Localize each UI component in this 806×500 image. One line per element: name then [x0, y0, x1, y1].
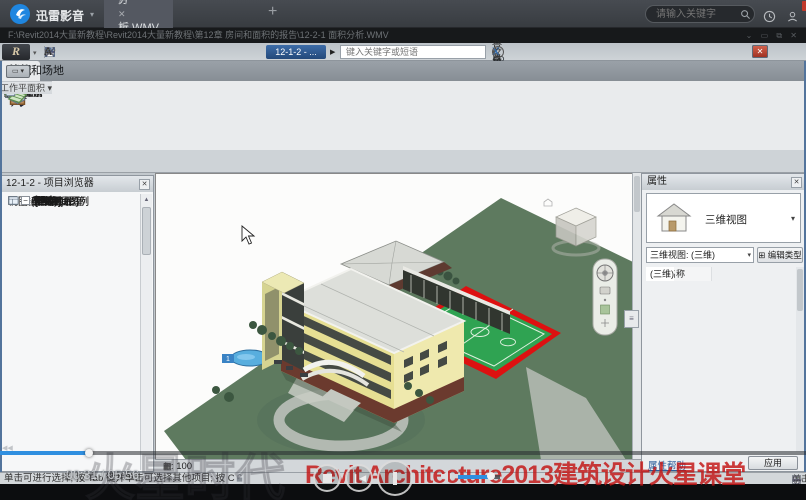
- revit-document-title: 12-1-2 - ...: [266, 45, 326, 59]
- stop-button[interactable]: [313, 464, 341, 492]
- edit-type-button[interactable]: ⊞ 编辑类型: [757, 247, 803, 263]
- progress-knob[interactable]: [85, 449, 93, 457]
- close-button[interactable]: ✕: [802, 1, 806, 11]
- screen: 迅雷影音 ▾ 分析.WMV✕片库 + ─ ❐ ✕ F:\Revit2014大量新…: [0, 0, 806, 500]
- scroll-thumb[interactable]: [634, 176, 640, 212]
- video-filepath: F:\Revit2014大量新教程\Revit2014大量新教程\第12章 房间…: [8, 30, 389, 40]
- project-browser-tree: −视图 (全部)−楼层平面F1F1-房间图例F2F2-房间图例F3F4F5场地室…: [2, 194, 141, 470]
- project-browser-close-icon[interactable]: ✕: [139, 179, 150, 190]
- pause-button[interactable]: [377, 460, 413, 496]
- options-bar: [0, 150, 806, 173]
- house-icon: [653, 199, 695, 237]
- revit-titlebar: R ▾ ↶▾ ↷▾ A » 12-1-2 - ... ▶ ☆ 登录 ▾: [0, 43, 806, 61]
- app-menu-caret-icon[interactable]: ▾: [33, 49, 37, 57]
- scroll-up-icon[interactable]: ▲: [142, 195, 151, 205]
- previous-icon: ❙◀: [347, 466, 371, 490]
- rewind-indicator-icon: ◀◀: [2, 444, 13, 452]
- navigation-bar: [593, 259, 617, 335]
- infocenter-search-box[interactable]: [340, 45, 486, 59]
- apply-button[interactable]: 应用: [748, 456, 798, 470]
- revit-app-button[interactable]: R: [2, 44, 30, 60]
- properties-title[interactable]: 属性: [642, 174, 805, 190]
- player-search-box[interactable]: [645, 5, 755, 23]
- window-edge: [0, 61, 2, 472]
- ribbon-panel-label: 工作平面: [0, 81, 36, 94]
- combo-caret-icon[interactable]: ▾: [747, 249, 751, 263]
- properties-close-icon[interactable]: ✕: [791, 177, 802, 188]
- previous-button[interactable]: ❙◀: [345, 464, 373, 492]
- volume-knob[interactable]: [487, 472, 495, 480]
- type-selector[interactable]: 三维视图 ▾: [646, 193, 801, 243]
- title-expand-icon[interactable]: ▶: [330, 48, 335, 56]
- progress-fill: [0, 451, 89, 455]
- drawing-area[interactable]: 1: [155, 173, 632, 459]
- ribbon: 修改选择墙▾门窗构件▾柱▾屋顶▾天花板楼板▾幕墙 系统幕墙 网格竖梃构建栏杆扶手…: [0, 81, 806, 150]
- player-menu-caret-icon[interactable]: ▾: [90, 10, 94, 19]
- scroll-grip[interactable]: ≡: [624, 310, 639, 328]
- video-time: 00:31 / 05:56: [66, 468, 139, 482]
- scroll-thumb[interactable]: [142, 207, 151, 255]
- stop-icon: [323, 474, 332, 483]
- properties-palette: 属性 ✕ 三维视图 ▾ 三维视图: (三维) ▾ ⊞ 编辑类型 图形⌃视图比例1…: [641, 173, 806, 472]
- property-value[interactable]: (三维): [646, 267, 674, 281]
- ribbon-tab-bar: 建筑结构插入注释分析体量和场地协作视图管理修改▭ ▾: [0, 61, 806, 81]
- project-browser-title[interactable]: 12-1-2 - 项目浏览器: [2, 176, 153, 192]
- project-browser: 12-1-2 - 项目浏览器 ✕ −视图 (全部)−楼层平面F1F1-房间图例F…: [1, 175, 154, 472]
- type-combo[interactable]: 三维视图: (三维) ▾: [646, 247, 754, 263]
- player-tab-1[interactable]: 片库: [104, 0, 143, 28]
- type-selector-caret-icon[interactable]: ▾: [791, 214, 795, 223]
- help-caret-icon[interactable]: ▾: [492, 48, 496, 56]
- mouse-cursor: [242, 226, 254, 244]
- infocenter-search-input[interactable]: [344, 46, 480, 58]
- ribbon-state-toggle[interactable]: ▭ ▾: [6, 65, 30, 78]
- selection-count-icon: ⁘: [792, 474, 800, 485]
- revit-close-button[interactable]: ✕: [752, 45, 768, 58]
- edit-type-label: 编辑类型: [768, 250, 802, 260]
- tree-item-label: 室内会议室: [34, 194, 84, 208]
- tree-item-室内会议室[interactable]: 室内会议室: [2, 194, 84, 207]
- video-filepath-bar: F:\Revit2014大量新教程\Revit2014大量新教程\第12章 房间…: [0, 28, 806, 43]
- player-app-title[interactable]: 迅雷影音: [36, 7, 84, 24]
- player-titlebar: 迅雷影音 ▾ 分析.WMV✕片库 + ─ ❐ ✕: [0, 0, 806, 28]
- type-selector-label: 三维视图: [705, 212, 747, 227]
- scroll-thumb[interactable]: [797, 269, 803, 311]
- pause-icon: [393, 472, 397, 485]
- svg-text:1: 1: [226, 356, 230, 363]
- player-logo-icon[interactable]: [10, 4, 30, 24]
- player-search-input[interactable]: [654, 7, 734, 21]
- qat-more-icon[interactable]: »: [44, 45, 50, 59]
- 3d-view-scene: 1: [156, 174, 632, 459]
- properties-scrollbar[interactable]: [796, 267, 804, 452]
- volume-fill: [458, 475, 490, 479]
- project-browser-scrollbar[interactable]: ▲: [140, 194, 152, 470]
- new-tab-button[interactable]: +: [268, 3, 277, 21]
- type-combo-value: 三维视图: (三维): [650, 250, 715, 260]
- video-progress-bar[interactable]: [0, 451, 806, 455]
- recorded-window-glyphs: ⌄ ▭ ⧉ ✕: [746, 28, 800, 43]
